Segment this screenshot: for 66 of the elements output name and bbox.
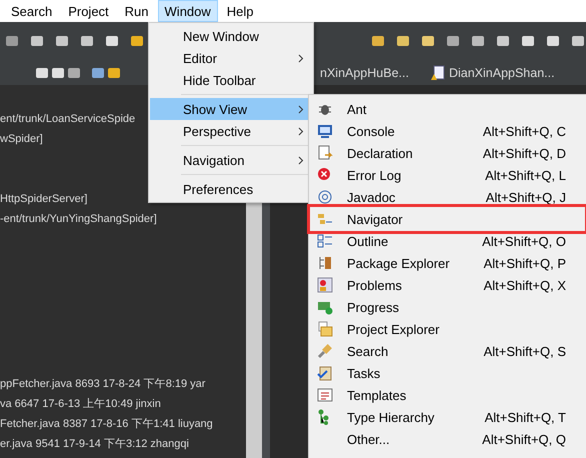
at-sign-icon — [317, 189, 333, 205]
progress-icon — [317, 299, 333, 315]
template-icon — [317, 387, 333, 403]
menu-item[interactable]: Problems Alt+Shift+Q, X — [311, 274, 584, 296]
toolbar-icon[interactable] — [570, 33, 586, 49]
editor-tab[interactable]: DianXinAppShan... — [430, 64, 555, 80]
menu-item[interactable]: Navigation — [150, 149, 312, 171]
toolbar-icon[interactable] — [370, 33, 386, 49]
menu-item[interactable]: Outline Alt+Shift+Q, O — [311, 230, 584, 252]
console-line: va 6647 17-6-13 上午10:49 jinxin — [0, 397, 161, 412]
toolbar-icon[interactable] — [520, 33, 536, 49]
menu-item[interactable]: Javadoc Alt+Shift+Q, J — [311, 186, 584, 208]
java-file-icon — [430, 64, 445, 80]
flashlight-icon — [317, 343, 333, 359]
menu-item[interactable]: Tasks — [311, 362, 584, 384]
menu-item[interactable]: Other... Alt+Shift+Q, Q — [311, 428, 584, 450]
editor-tab[interactable]: nXinAppHuBe... — [320, 66, 409, 80]
toolbar-icon[interactable] — [4, 33, 20, 49]
menu-item[interactable]: Editor — [150, 47, 312, 69]
toolbar-icon[interactable] — [129, 33, 145, 49]
menu-title[interactable]: Search — [4, 0, 60, 22]
console-line: HttpSpiderServer] — [0, 192, 88, 207]
console-line: -ent/trunk/YunYingShangSpider] — [0, 212, 157, 227]
menu-item[interactable]: Search Alt+Shift+Q, S — [311, 340, 584, 362]
error-icon — [317, 167, 333, 183]
toolbar-icon[interactable] — [29, 33, 45, 49]
package-tree-icon — [317, 255, 333, 271]
console-line: Fetcher.java 8387 17-8-16 下午1:41 liuyang — [0, 417, 213, 432]
document-arrow-icon — [317, 145, 333, 161]
toolbar-icon[interactable] — [420, 33, 436, 49]
toolbar-icon[interactable] — [79, 33, 95, 49]
menu-item[interactable]: Navigator — [311, 208, 584, 230]
menu-item[interactable]: Type Hierarchy Alt+Shift+Q, T — [311, 406, 584, 428]
toolbar-icon[interactable] — [395, 33, 411, 49]
toolbar-icon[interactable] — [545, 33, 561, 49]
menu-item[interactable]: New Window — [150, 25, 312, 47]
console-line: er.java 9541 17-9-14 下午3:12 zhangqi — [0, 437, 189, 452]
menu-item[interactable]: Declaration Alt+Shift+Q, D — [311, 142, 584, 164]
toolbar-icon[interactable] — [54, 33, 70, 49]
problems-icon — [317, 277, 333, 293]
menu-title[interactable]: Help — [220, 0, 261, 22]
menu-item[interactable]: Templates — [311, 384, 584, 406]
clipboard-check-icon — [317, 365, 333, 381]
menu-item[interactable]: Ant — [311, 98, 584, 120]
console-line: wSpider] — [0, 132, 43, 147]
monitor-icon — [317, 123, 333, 139]
folder-icon — [317, 321, 333, 337]
menu-item[interactable]: Project Explorer — [311, 318, 584, 340]
menu-item[interactable]: Perspective — [150, 120, 312, 142]
toolbar-icon[interactable] — [445, 33, 461, 49]
toolbar-icon[interactable] — [104, 33, 120, 49]
menu-title[interactable]: Window — [158, 0, 218, 22]
menu-title[interactable]: Project — [61, 0, 116, 22]
menu-item[interactable]: Package Explorer Alt+Shift+Q, P — [311, 252, 584, 274]
console-line: ppFetcher.java 8693 17-8-24 下午8:19 yar — [0, 377, 206, 392]
outline-icon — [317, 233, 333, 249]
console-line: ent/trunk/LoanServiceSpide — [0, 112, 136, 127]
folder-list-icon — [317, 211, 333, 227]
toolbar-icon[interactable] — [495, 33, 511, 49]
menu-item[interactable]: Progress — [311, 296, 584, 318]
menu-item[interactable]: Console Alt+Shift+Q, C — [311, 120, 584, 142]
toolbar-icon[interactable] — [470, 33, 486, 49]
menu-item[interactable]: Preferences — [150, 178, 312, 200]
menu-title[interactable]: Run — [118, 0, 156, 22]
menu-item[interactable]: Error Log Alt+Shift+Q, L — [311, 164, 584, 186]
menu-item[interactable]: Hide Toolbar — [150, 69, 312, 91]
